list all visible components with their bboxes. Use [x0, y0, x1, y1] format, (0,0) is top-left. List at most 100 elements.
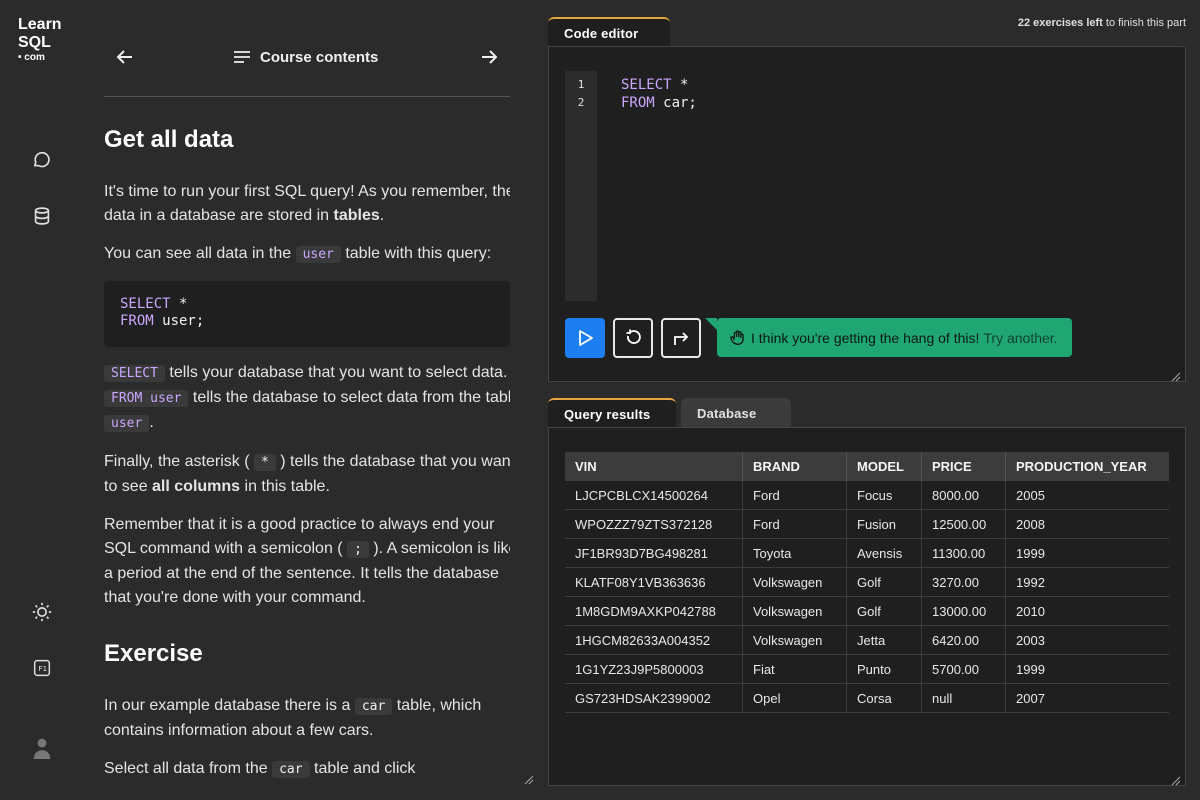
try-another-link[interactable]: Try another.	[983, 330, 1057, 346]
table-cell: 2008	[1005, 509, 1169, 539]
reset-button[interactable]	[613, 318, 653, 358]
table-cell: Volkswagen	[742, 625, 847, 655]
resize-grip-icon[interactable]	[1171, 367, 1181, 382]
chat-icon[interactable]	[28, 146, 56, 174]
table-cell: GS723HDSAK2399002	[565, 683, 743, 713]
arrow-left-icon[interactable]	[112, 44, 138, 70]
table-cell: 3270.00	[921, 567, 1006, 597]
reset-icon	[626, 329, 641, 344]
theme-sun-icon[interactable]	[28, 598, 56, 626]
table-header-row: VIN BRAND MODEL PRICE PRODUCTION_YEAR	[565, 452, 1169, 481]
lesson-paragraph: Select all data from the car table and c…	[104, 760, 416, 778]
run-button[interactable]	[565, 318, 605, 358]
table-cell: Fiat	[742, 654, 847, 684]
table-cell: Focus	[846, 481, 922, 510]
table-cell: Jetta	[846, 625, 922, 655]
table-row: 1M8GDM9AXKP042788 Volkswagen Golf 13000.00 2…	[565, 596, 1169, 626]
table-row: 1G1YZ23J9P5800003 Fiat Punto 5700.00 1999	[565, 654, 1169, 684]
lesson-paragraph: SELECT tells your database that you want…	[104, 361, 510, 436]
tab-code-editor[interactable]: Code editor	[548, 17, 670, 47]
table-row: JF1BR93D7BG498281 Toyota Avensis 11300.00 19…	[565, 538, 1169, 568]
column-header: PRICE	[921, 452, 1006, 481]
table-cell: 1M8GDM9AXKP042788	[565, 596, 743, 626]
svg-text:F1: F1	[38, 664, 47, 673]
table-cell: 12500.00	[921, 509, 1006, 539]
table-cell: Ford	[742, 481, 847, 510]
course-contents-label: Course contents	[260, 48, 379, 66]
query-results-panel: VIN BRAND MODEL PRICE PRODUCTION_YEAR LJ…	[548, 427, 1186, 786]
table-cell: Volkswagen	[742, 567, 847, 597]
play-icon	[579, 330, 593, 346]
redo-arrow-icon	[674, 332, 689, 345]
code-editor-panel: 1 2 SELECT * FROM car; I think you're ge…	[548, 46, 1186, 382]
table-cell: 2003	[1005, 625, 1169, 655]
column-header: MODEL	[846, 452, 922, 481]
table-cell: 11300.00	[921, 538, 1006, 568]
table-cell: JF1BR93D7BG498281	[565, 538, 743, 568]
line-number-gutter: 1 2	[565, 71, 597, 301]
code-input[interactable]: SELECT * FROM car;	[621, 76, 697, 112]
course-navbar: Course contents	[104, 36, 510, 97]
table-row: LJCPCBLCX14500264 Ford Focus 8000.00 2005	[565, 481, 1169, 510]
lesson-paragraph: It's time to run your first SQL query! A…	[104, 183, 510, 224]
results-body: LJCPCBLCX14500264 Ford Focus 8000.00 2005 WPO…	[565, 481, 1169, 713]
table-cell: Punto	[846, 654, 922, 684]
lesson-paragraph: Finally, the asterisk ( * ) tells the da…	[104, 453, 510, 495]
hand-wave-icon	[730, 329, 744, 345]
table-cell: 13000.00	[921, 596, 1006, 626]
table-cell: 8000.00	[921, 481, 1006, 510]
resize-grip-icon[interactable]	[524, 770, 534, 785]
lesson-body: Get all data It's time to run your first…	[104, 126, 510, 796]
database-icon[interactable]	[28, 202, 56, 230]
keyboard-f1-icon[interactable]: F1	[28, 654, 56, 682]
table-cell: null	[921, 683, 1006, 713]
tab-query-results[interactable]: Query results	[548, 398, 676, 428]
table-cell: 2010	[1005, 596, 1169, 626]
table-cell: 1992	[1005, 567, 1169, 597]
table-cell: Opel	[742, 683, 847, 713]
table-cell: Fusion	[846, 509, 922, 539]
lesson-paragraph: Remember that it is a good practice to a…	[104, 516, 510, 606]
tab-database[interactable]: Database	[681, 398, 791, 428]
workspace: 22 exercises left to finish this part Co…	[548, 0, 1186, 800]
table-cell: Avensis	[846, 538, 922, 568]
column-header: PRODUCTION_YEAR	[1005, 452, 1169, 481]
avatar[interactable]	[24, 728, 60, 768]
table-row: 1HGCM82633A004352 Volkswagen Jetta 6420.00 2…	[565, 625, 1169, 655]
resize-grip-icon[interactable]	[1171, 771, 1181, 786]
table-cell: 1999	[1005, 654, 1169, 684]
table-cell: WPOZZZ79ZTS372128	[565, 509, 743, 539]
lesson-paragraph: In our example database there is a car t…	[104, 697, 482, 739]
table-cell: 1999	[1005, 538, 1169, 568]
table-cell: 5700.00	[921, 654, 1006, 684]
table-cell: LJCPCBLCX14500264	[565, 481, 743, 510]
table-row: GS723HDSAK2399002 Opel Corsa null 2007	[565, 683, 1169, 713]
column-header: BRAND	[742, 452, 847, 481]
example-code-block: SELECT * FROM user;	[104, 281, 510, 347]
table-row: KLATF08Y1VB363636 Volkswagen Golf 3270.00 19…	[565, 567, 1169, 597]
learnsql-logo[interactable]: Learn SQL • com	[18, 16, 62, 64]
table-cell: 1HGCM82633A004352	[565, 625, 743, 655]
table-cell: Ford	[742, 509, 847, 539]
table-row: WPOZZZ79ZTS372128 Ford Fusion 12500.00 2008	[565, 509, 1169, 539]
table-cell: 1G1YZ23J9P5800003	[565, 654, 743, 684]
exercises-left-counter: 22 exercises left to finish this part	[1017, 17, 1186, 29]
table-cell: Corsa	[846, 683, 922, 713]
arrow-right-icon[interactable]	[476, 44, 502, 70]
table-cell: 2007	[1005, 683, 1169, 713]
results-table: VIN BRAND MODEL PRICE PRODUCTION_YEAR LJ…	[565, 452, 1169, 713]
table-cell: 2005	[1005, 481, 1169, 510]
table-cell: KLATF08Y1VB363636	[565, 567, 743, 597]
list-icon	[234, 51, 250, 63]
table-cell: Golf	[846, 596, 922, 626]
next-exercise-button[interactable]	[661, 318, 701, 358]
lesson-panel: Course contents Get all data It's time t…	[104, 0, 510, 800]
table-cell: 6420.00	[921, 625, 1006, 655]
column-header: VIN	[565, 452, 743, 481]
lesson-title: Get all data	[104, 126, 234, 153]
table-cell: Toyota	[742, 538, 847, 568]
hint-message: I think you're getting the hang of this!…	[705, 318, 1072, 357]
table-cell: Golf	[846, 567, 922, 597]
course-contents-button[interactable]: Course contents	[232, 44, 378, 70]
exercise-title: Exercise	[104, 640, 203, 667]
